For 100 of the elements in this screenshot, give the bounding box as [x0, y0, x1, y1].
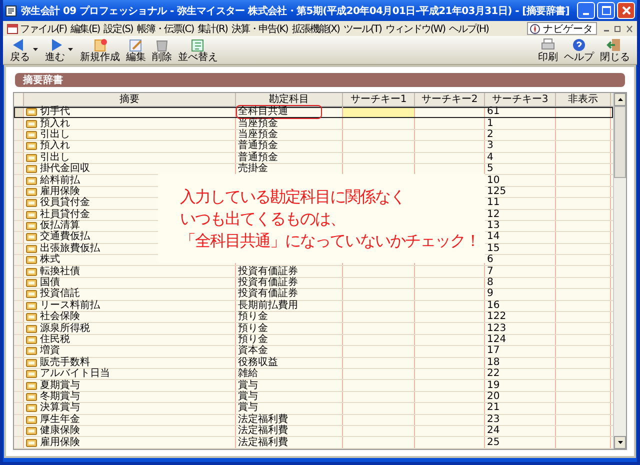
menu-item[interactable]: 帳簿・伝票(C) — [134, 22, 196, 36]
toolbar-button[interactable]: 並べ替え — [175, 38, 221, 62]
menu-item[interactable]: ウィンドウ(W) — [383, 22, 448, 36]
table-cell: 決算賞与 — [40, 403, 80, 414]
table-cell: 123 — [487, 324, 506, 334]
table-cell: リース料前払 — [40, 300, 100, 311]
entry-icon — [26, 404, 37, 412]
table-cell: 法定福利費 — [238, 426, 288, 436]
table-cell: 125 — [487, 186, 506, 197]
menu-item[interactable]: 設定(S) — [102, 22, 135, 36]
table-cell: 21 — [487, 403, 500, 414]
minimize-button[interactable] — [577, 2, 595, 19]
table-cell: 6 — [487, 255, 494, 266]
toolbar-button[interactable]: 進む — [42, 38, 68, 62]
table-cell: 19 — [487, 380, 500, 391]
scrollbar[interactable] — [613, 93, 626, 449]
table-cell: 投資有価証券 — [238, 289, 298, 300]
toolbar-button[interactable]: ヘルプ — [561, 38, 597, 62]
table-cell: 役員貸付金 — [40, 198, 90, 208]
table-cell: 12 — [487, 210, 500, 220]
menu-item[interactable]: ファイル(F) — [18, 22, 69, 36]
scrollbar-thumb[interactable] — [614, 106, 626, 178]
table-cell: 社会保険 — [40, 312, 80, 322]
table-cell: 投資有価証券 — [238, 278, 298, 288]
table-cell: 給料前払 — [40, 176, 80, 186]
column-header[interactable]: 勘定科目 — [236, 93, 343, 106]
table-cell: 17 — [487, 346, 500, 356]
entry-icon — [26, 142, 37, 150]
row-header[interactable] — [14, 107, 24, 118]
entry-icon — [26, 222, 37, 230]
table-cell: 雇用保険 — [40, 438, 80, 448]
entry-icon — [26, 176, 37, 185]
maximize-button[interactable] — [597, 2, 615, 19]
table-cell: 23 — [487, 414, 500, 425]
table-cell: 法定福利費 — [238, 414, 288, 425]
entry-icon — [26, 210, 37, 219]
table-cell: 4 — [487, 152, 494, 163]
column-header[interactable]: 摘要 — [24, 93, 236, 106]
toolbar-button[interactable]: 削除 — [149, 38, 175, 62]
table-cell: 掛代金回収 — [40, 164, 90, 174]
dropdown-caret-icon — [68, 48, 73, 52]
compass-icon — [530, 24, 540, 34]
table-cell: 20 — [487, 392, 500, 402]
entry-icon — [26, 336, 37, 344]
toolbar-button[interactable]: 戻る — [7, 38, 33, 62]
help-icon — [570, 38, 588, 52]
column-header[interactable]: サーチキー3 — [485, 93, 556, 106]
entry-icon — [26, 427, 37, 436]
close-button[interactable] — [617, 2, 635, 19]
close-icon — [622, 6, 630, 15]
menu-item[interactable]: 拡張機能(X) — [290, 22, 342, 36]
table-cell: 投資信託 — [40, 289, 80, 300]
entry-icon — [26, 268, 37, 276]
table-cell: アルバイト日当 — [40, 369, 110, 380]
menu-item[interactable]: ヘルプ(H) — [447, 22, 490, 36]
calendar-icon — [7, 23, 18, 34]
table-cell: 長期前払費用 — [238, 300, 298, 311]
table-cell: 厚生年金 — [40, 414, 80, 425]
entry-icon — [26, 370, 37, 378]
toolbar-button[interactable]: 新規作成 — [77, 38, 123, 62]
table-cell: 賞与 — [238, 392, 258, 402]
window-title: 弥生会計 09 プロフェッショナル - 弥生マイスター 株式会社・第5期(平成20年04月01日-平成21年03月31日) - [摘要辞書] — [21, 4, 570, 18]
entry-icon — [26, 347, 37, 356]
toolbar-button[interactable]: 印刷 — [535, 38, 561, 62]
table-cell: 22 — [487, 369, 500, 380]
menu-item[interactable]: ツール(T) — [341, 22, 384, 36]
entry-icon — [26, 438, 37, 447]
table-cell: 冬期賞与 — [40, 392, 80, 402]
dropdown-caret-icon — [33, 48, 38, 52]
table-cell: 2 — [487, 130, 494, 140]
entry-icon — [26, 302, 37, 310]
table-cell: 出張旅費仮払 — [40, 244, 100, 254]
entry-icon — [26, 324, 37, 333]
table-cell: 13 — [487, 221, 500, 232]
table-cell: 健康保険 — [40, 426, 80, 436]
toolbar-button[interactable]: 閉じる — [597, 38, 633, 62]
entry-icon — [26, 392, 37, 401]
menu-item[interactable]: 集計(R) — [196, 22, 230, 36]
menu-item[interactable]: 編集(E) — [68, 22, 102, 36]
entry-icon — [26, 416, 37, 424]
table-cell: 国債 — [40, 278, 60, 288]
toolbar-button[interactable]: 編集 — [123, 38, 149, 62]
column-header[interactable]: 非表示 — [556, 93, 611, 106]
menu-item[interactable]: 決算・申告(K) — [229, 22, 290, 36]
column-header[interactable]: サーチキー2 — [415, 93, 485, 106]
table-cell: 当座預金 — [238, 118, 278, 129]
table-cell: 当座預金 — [238, 130, 278, 140]
table-cell: 預り金 — [238, 312, 268, 322]
navigator-button[interactable]: ナビゲータ — [527, 22, 597, 35]
table-cell: 引出し — [40, 130, 70, 140]
column-header[interactable]: サーチキー1 — [343, 93, 415, 106]
entry-icon — [26, 279, 37, 288]
table-cell: 役務収益 — [238, 358, 278, 368]
table-cell: 預入れ — [40, 141, 70, 152]
callout-text: 入力している勘定科目に関係なく — [180, 186, 405, 208]
entry-icon — [26, 290, 37, 298]
entry-icon — [26, 233, 37, 242]
table-cell: 16 — [487, 300, 500, 311]
table-cell: 14 — [487, 232, 500, 242]
table-cell: 投資有価証券 — [238, 266, 298, 277]
